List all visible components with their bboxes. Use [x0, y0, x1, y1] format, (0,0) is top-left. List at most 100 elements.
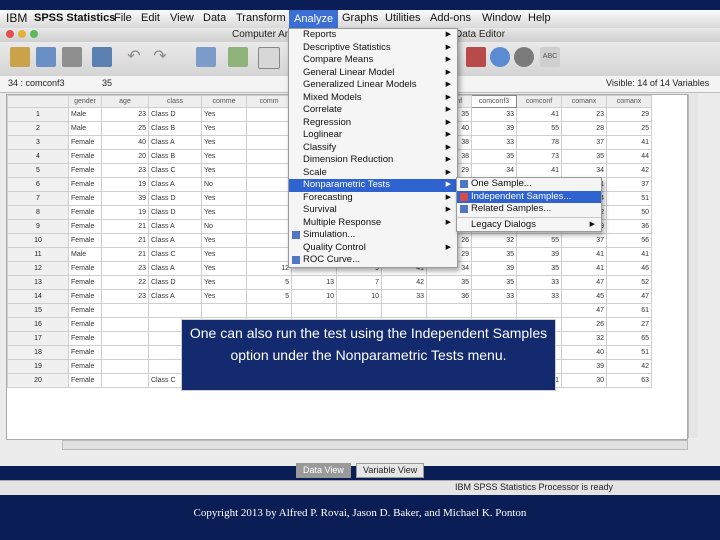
table-cell[interactable]: 50	[606, 205, 652, 220]
table-cell[interactable]: Yes	[201, 163, 247, 178]
table-cell[interactable]: 42	[606, 359, 652, 374]
table-cell[interactable]: 51	[606, 345, 652, 360]
table-cell[interactable]: No	[201, 219, 247, 234]
table-cell[interactable]: 20	[101, 149, 149, 164]
table-cell[interactable]: 35	[471, 149, 517, 164]
table-cell[interactable]: 36	[426, 289, 472, 304]
nonparam-item[interactable]: Related Samples...	[457, 203, 601, 216]
table-cell[interactable]	[381, 303, 427, 318]
table-cell[interactable]: Female	[68, 331, 102, 346]
table-cell[interactable]: 39	[561, 359, 607, 374]
find-icon[interactable]	[258, 47, 280, 69]
table-cell[interactable]	[246, 177, 292, 192]
table-cell[interactable]: 33	[381, 289, 427, 304]
table-cell[interactable]	[101, 373, 149, 388]
row-number[interactable]: 19	[7, 359, 69, 374]
table-cell[interactable]: Class A	[148, 261, 202, 276]
table-cell[interactable]	[101, 331, 149, 346]
table-cell[interactable]: 41	[516, 163, 562, 178]
table-cell[interactable]: 10	[336, 289, 382, 304]
table-cell[interactable]: Female	[68, 275, 102, 290]
table-cell[interactable]: Female	[68, 359, 102, 374]
table-cell[interactable]: 36	[606, 219, 652, 234]
table-cell[interactable]: 41	[561, 247, 607, 262]
row-number[interactable]: 18	[7, 345, 69, 360]
spell-check-icon[interactable]: ABC	[540, 47, 560, 67]
table-cell[interactable]: Female	[68, 345, 102, 360]
table-cell[interactable]: 21	[101, 233, 149, 248]
minimize-window-icon[interactable]	[18, 30, 26, 38]
table-cell[interactable]: Class A	[148, 219, 202, 234]
row-number[interactable]: 10	[7, 233, 69, 248]
table-cell[interactable]	[516, 303, 562, 318]
table-cell[interactable]: 52	[606, 275, 652, 290]
analyze-item[interactable]: Simulation...	[289, 229, 457, 242]
table-cell[interactable]: Yes	[201, 121, 247, 136]
table-cell[interactable]: 28	[561, 121, 607, 136]
column-header[interactable]: comconf	[516, 95, 562, 108]
save-icon[interactable]	[36, 47, 56, 67]
table-cell[interactable]: 23	[101, 261, 149, 276]
table-cell[interactable]: 10	[291, 289, 337, 304]
table-cell[interactable]: 33	[516, 289, 562, 304]
row-number[interactable]: 16	[7, 317, 69, 332]
table-cell[interactable]: 19	[101, 177, 149, 192]
table-cell[interactable]: 23	[101, 289, 149, 304]
table-cell[interactable]: 23	[561, 107, 607, 122]
table-cell[interactable]	[426, 303, 472, 318]
menu-addons[interactable]: Add-ons	[430, 12, 471, 24]
table-cell[interactable]: 37	[561, 135, 607, 150]
table-cell[interactable]: Female	[68, 219, 102, 234]
table-cell[interactable]: Female	[68, 205, 102, 220]
table-cell[interactable]	[246, 233, 292, 248]
table-cell[interactable]: 39	[101, 191, 149, 206]
open-folder-icon[interactable]	[10, 47, 30, 67]
table-cell[interactable]: 29	[606, 107, 652, 122]
analyze-item[interactable]: ROC Curve...	[289, 254, 457, 267]
analyze-item[interactable]: Nonparametric Tests ▶	[289, 179, 457, 192]
table-cell[interactable]: Yes	[201, 247, 247, 262]
row-number[interactable]: 7	[7, 191, 69, 206]
row-number[interactable]: 17	[7, 331, 69, 346]
table-cell[interactable]: 35	[516, 261, 562, 276]
table-cell[interactable]: 51	[606, 191, 652, 206]
table-cell[interactable]: Yes	[201, 107, 247, 122]
analyze-item[interactable]: Descriptive Statistics ▶	[289, 42, 457, 55]
table-cell[interactable]: Male	[68, 121, 102, 136]
table-cell[interactable]: 32	[561, 331, 607, 346]
use-sets-icon[interactable]	[514, 47, 534, 67]
undo-icon[interactable]: ↶	[124, 47, 144, 67]
table-cell[interactable]	[336, 303, 382, 318]
analyze-item[interactable]: Dimension Reduction ▶	[289, 154, 457, 167]
table-cell[interactable]: 78	[516, 135, 562, 150]
table-cell[interactable]: Yes	[201, 289, 247, 304]
table-cell[interactable]: Class D	[148, 191, 202, 206]
table-cell[interactable]: 33	[471, 135, 517, 150]
menu-help[interactable]: Help	[528, 12, 551, 24]
table-cell[interactable]: 21	[101, 219, 149, 234]
table-cell[interactable]: 41	[606, 247, 652, 262]
table-cell[interactable]: 22	[101, 275, 149, 290]
table-cell[interactable]: 73	[516, 149, 562, 164]
table-cell[interactable]: Female	[68, 289, 102, 304]
table-cell[interactable]: Male	[68, 247, 102, 262]
split-file-icon[interactable]	[466, 47, 486, 67]
table-cell[interactable]: Female	[68, 149, 102, 164]
table-cell[interactable]: Class B	[148, 149, 202, 164]
table-cell[interactable]: 37	[606, 177, 652, 192]
table-cell[interactable]: Class C	[148, 163, 202, 178]
table-cell[interactable]: Class A	[148, 233, 202, 248]
table-cell[interactable]	[201, 303, 247, 318]
analyze-item[interactable]: Generalized Linear Models ▶	[289, 79, 457, 92]
table-cell[interactable]: 25	[606, 121, 652, 136]
analyze-item[interactable]: Multiple Response ▶	[289, 217, 457, 230]
menu-spss-statistics[interactable]: SPSS Statistics	[34, 12, 115, 24]
row-number[interactable]: 2	[7, 121, 69, 136]
table-cell[interactable]: 40	[561, 345, 607, 360]
table-cell[interactable]: Yes	[201, 149, 247, 164]
menu-file[interactable]: File	[114, 12, 132, 24]
analyze-item[interactable]: General Linear Model ▶	[289, 67, 457, 80]
column-header[interactable]: comanx	[561, 95, 607, 108]
table-cell[interactable]: 41	[561, 261, 607, 276]
table-cell[interactable]: Yes	[201, 135, 247, 150]
